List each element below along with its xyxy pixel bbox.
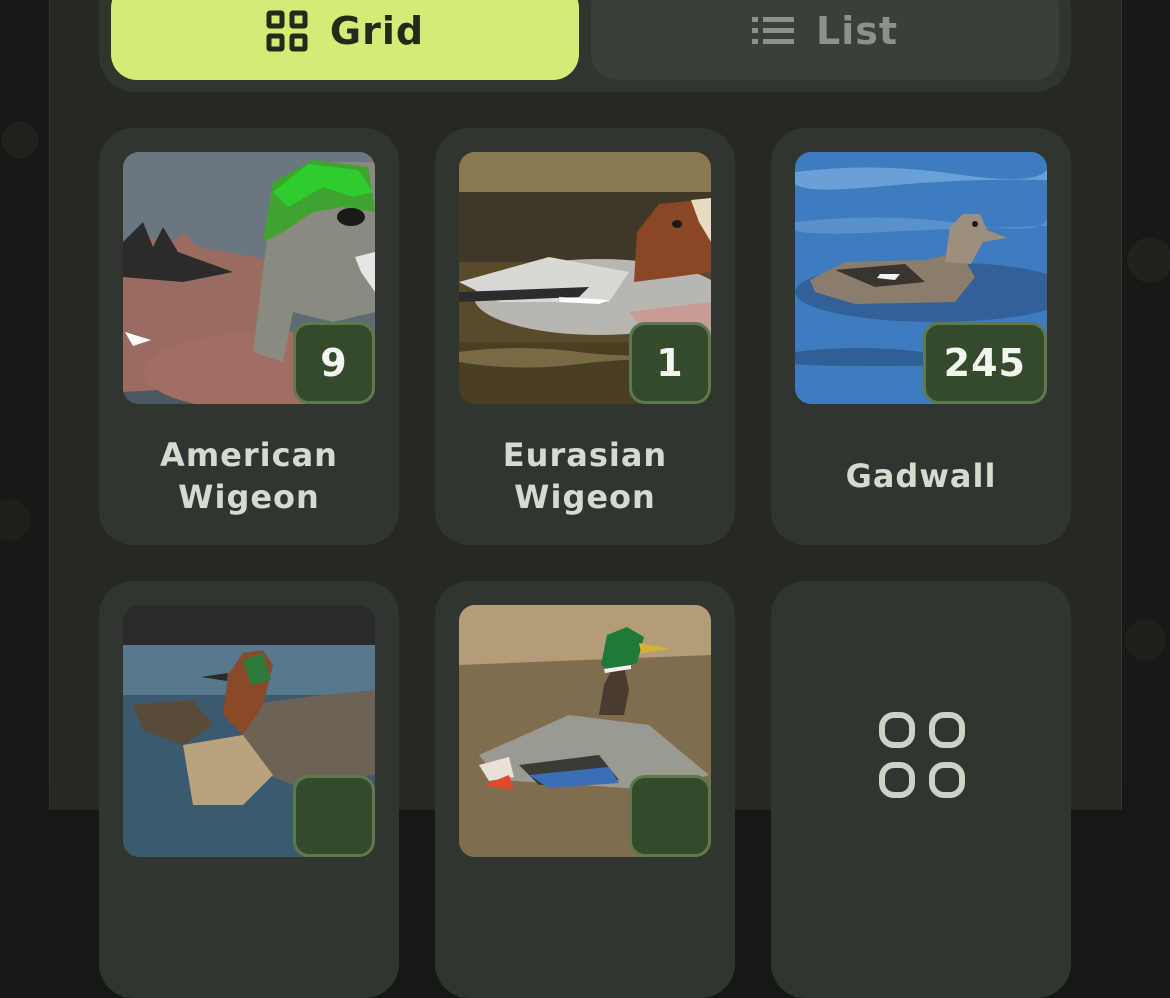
species-photo: 1 [459, 152, 711, 404]
sighting-count-badge: 1 [629, 322, 711, 404]
list-view-button[interactable]: List [591, 0, 1059, 80]
grid-view-label: Grid [329, 9, 425, 53]
species-photo: 9 [123, 152, 375, 404]
species-name: Eurasian Wigeon [502, 436, 668, 516]
species-card-eurasian-wigeon[interactable]: 1 Eurasian Wigeon [435, 128, 735, 545]
species-name: Gadwall [845, 457, 997, 495]
species-card-5[interactable] [435, 581, 735, 998]
more-species-card[interactable] [771, 581, 1071, 998]
grid-icon [266, 10, 308, 52]
species-photo [123, 605, 375, 857]
list-view-label: List [815, 9, 899, 53]
list-icon [751, 17, 794, 44]
grid-view-button[interactable]: Grid [111, 0, 579, 80]
species-card-gadwall[interactable]: 245 Gadwall [771, 128, 1071, 545]
sighting-count-badge: 9 [293, 322, 375, 404]
species-name [445, 879, 725, 979]
species-name: American Wigeon [160, 436, 338, 516]
species-name [109, 879, 389, 979]
species-card-4[interactable] [99, 581, 399, 998]
sighting-count-badge: 245 [922, 322, 1047, 404]
sighting-count-badge [629, 775, 711, 857]
apps-icon [879, 712, 965, 798]
sighting-count-badge [293, 775, 375, 857]
species-card-american-wigeon[interactable]: 9 American Wigeon [99, 128, 399, 545]
species-photo [459, 605, 711, 857]
species-photo: 245 [795, 152, 1047, 404]
